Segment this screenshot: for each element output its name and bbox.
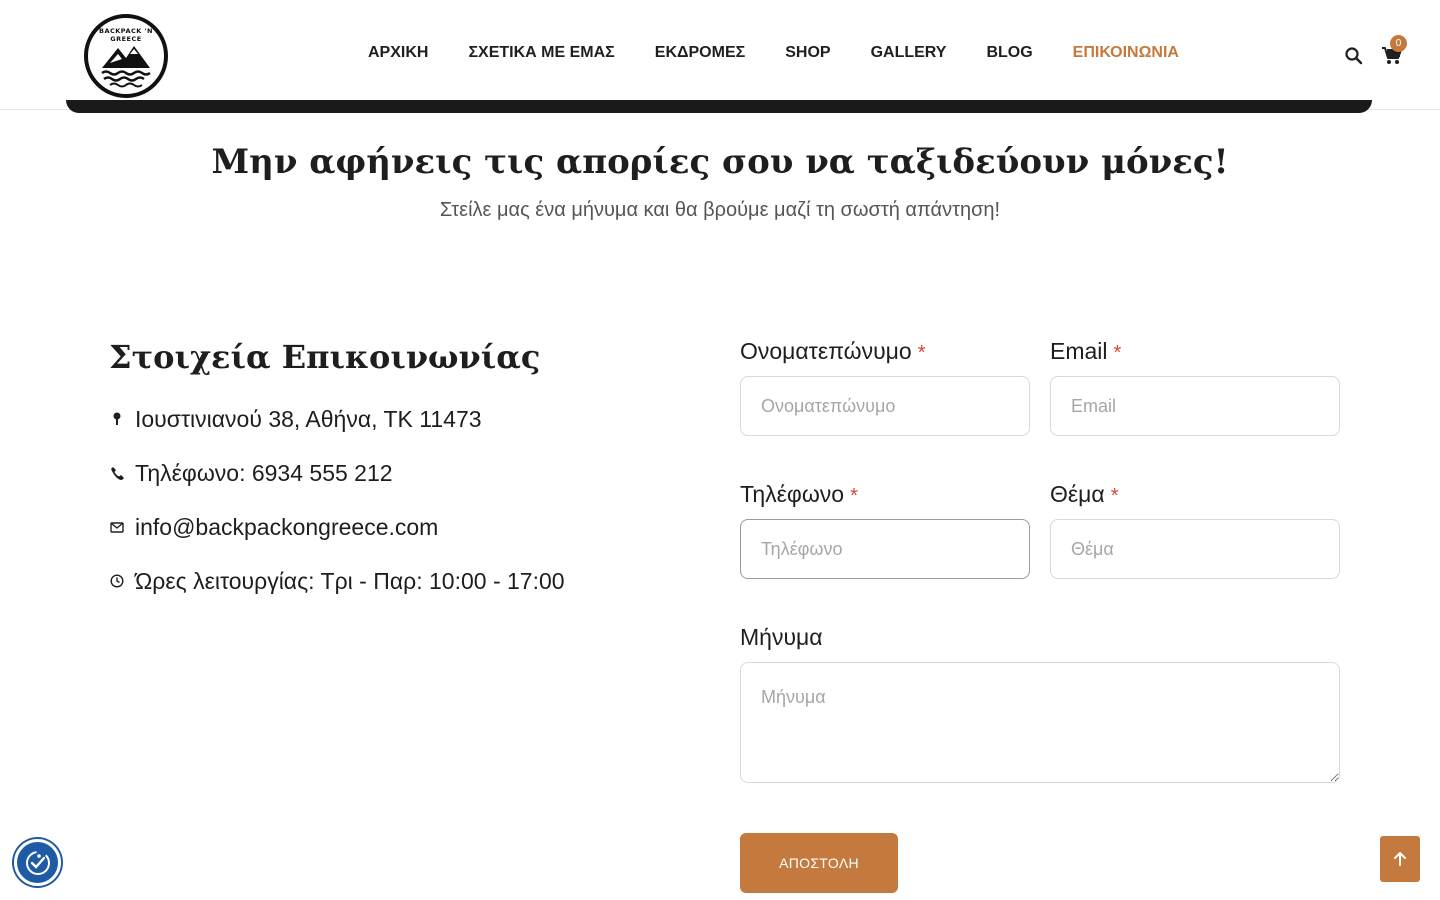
nav-item-trips[interactable]: ΕΚΔΡΟΜΕΣ	[655, 44, 745, 64]
nav-item-contact[interactable]: ΕΠΙΚΟΙΝΩΝΙΑ	[1073, 44, 1179, 64]
banner-bottom-edge	[66, 100, 1372, 113]
map-pin-icon	[109, 411, 125, 427]
mail-icon	[109, 519, 125, 535]
accessibility-icon[interactable]	[14, 839, 61, 886]
contact-phone-text: Τηλέφωνο: 6934 555 212	[135, 459, 393, 486]
message-field[interactable]	[740, 662, 1340, 783]
contact-hours: Ώρες λειτουργίας: Τρι - Παρ: 10:00 - 17:…	[109, 566, 565, 596]
contact-hours-text: Ώρες λειτουργίας: Τρι - Παρ: 10:00 - 17:…	[135, 567, 565, 594]
subject-label-text: Θέμα	[1050, 481, 1105, 507]
required-marker: *	[917, 342, 926, 364]
message-label-text: Μήνυμα	[740, 624, 823, 650]
nav-item-about[interactable]: ΣΧΕΤΙΚΑ ΜΕ ΕΜΑΣ	[468, 44, 614, 64]
required-marker: *	[850, 485, 858, 507]
contact-address: Ιουστινιανού 38, Αθήνα, ΤΚ 11473	[109, 404, 482, 434]
nav-item-gallery[interactable]: GALLERY	[871, 44, 947, 64]
contact-info-title: Στοιχεία Επικοινωνίας	[109, 338, 541, 376]
scroll-top-button[interactable]	[1380, 836, 1420, 882]
main-nav: ΑΡΧΙΚΗ ΣΧΕΤΙΚΑ ΜΕ ΕΜΑΣ ΕΚΔΡΟΜΕΣ SHOP GAL…	[368, 44, 1219, 64]
name-label-text: Ονοματεπώνυμο	[740, 338, 912, 364]
subject-label: Θέμα *	[1050, 481, 1119, 508]
nav-item-home[interactable]: ΑΡΧΙΚΗ	[368, 44, 428, 64]
phone-label: Τηλέφωνο *	[740, 481, 858, 508]
clock-icon	[109, 573, 125, 589]
logo-text: BACKPACK 'N GREECE	[99, 27, 153, 43]
site-logo[interactable]: BACKPACK 'N GREECE	[84, 14, 168, 98]
name-label: Ονοματεπώνυμο *	[740, 338, 926, 365]
required-marker: *	[1110, 485, 1119, 507]
arrow-up-icon	[1394, 852, 1406, 866]
phone-field[interactable]	[740, 519, 1030, 579]
site-header: BACKPACK 'N GREECE ΑΡΧΙΚΗ ΣΧΕΤΙΚΑ ΜΕ ΕΜΑ…	[0, 0, 1440, 110]
page-heading: Μην αφήνεις τις απορίες σου να ταξιδεύου…	[211, 142, 1229, 182]
page-subheading: Στείλε μας ένα μήνυμα και θα βρούμε μαζί…	[439, 199, 1001, 221]
message-label: Μήνυμα	[740, 624, 823, 651]
contact-email-text: info@backpackongreece.com	[135, 513, 439, 540]
nav-item-shop[interactable]: SHOP	[785, 44, 830, 64]
nav-item-blog[interactable]: BLOG	[986, 44, 1032, 64]
name-field[interactable]	[740, 376, 1030, 436]
search-icon[interactable]	[1344, 46, 1364, 66]
phone-icon	[109, 465, 125, 481]
contact-address-text: Ιουστινιανού 38, Αθήνα, ΤΚ 11473	[135, 405, 482, 432]
contact-phone[interactable]: Τηλέφωνο: 6934 555 212	[109, 458, 393, 488]
required-marker: *	[1113, 342, 1122, 364]
subject-field[interactable]	[1050, 519, 1340, 579]
email-field[interactable]	[1050, 376, 1340, 436]
phone-label-text: Τηλέφωνο	[740, 481, 845, 507]
email-label-text: Email	[1050, 338, 1108, 364]
submit-button[interactable]: ΑΠΟΣΤΟΛΗ	[740, 833, 898, 893]
email-label: Email *	[1050, 338, 1121, 365]
cart-count-badge: 0	[1390, 35, 1407, 52]
contact-email[interactable]: info@backpackongreece.com	[109, 512, 438, 542]
